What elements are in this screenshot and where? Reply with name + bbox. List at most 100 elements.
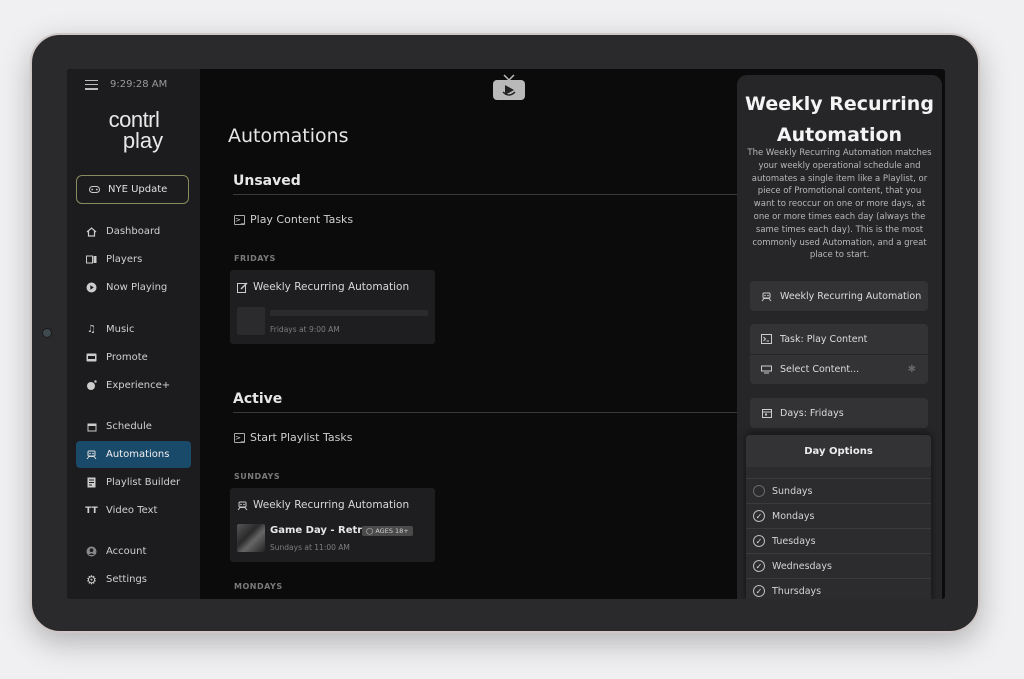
sidebar-item-label: Players [106,254,143,265]
experience-icon [86,380,97,391]
automation-card-active[interactable]: Weekly Recurring Automation Game Day - R… [230,488,435,562]
robot-icon [761,291,772,302]
clock: 9:29:28 AM [110,79,168,90]
days-row[interactable]: Days: Fridays [750,398,928,428]
age-rating-label: AGES 18+ [375,527,409,535]
automation-type-row[interactable]: Weekly Recurring Automation [750,281,928,311]
app-screen: 9:29:28 AM contrl play NYE Update Dashbo… [67,69,945,599]
sidebar-item-playlist-builder[interactable]: Playlist Builder [76,469,191,496]
panel-description: The Weekly Recurring Automation matches … [747,148,932,261]
check-circle-icon: ✓ [753,585,765,597]
sidebar-item-label: Promote [106,352,148,363]
terminal-icon [761,334,772,345]
sidebar-item-video-text[interactable]: TT Video Text [76,497,191,524]
panel-title: Weekly Recurring Automation [737,89,942,151]
select-content-row[interactable]: Select Content... ✱ [750,354,928,384]
robot-icon [237,500,248,511]
sidebar-topbar: 9:29:28 AM [85,79,167,90]
nav-group-automation: Schedule Automations Playlist Builder TT… [76,413,191,525]
nav-group-account: Account ⚙ Settings [76,538,191,594]
card-title-label: Weekly Recurring Automation [253,281,410,293]
day-option-tuesdays[interactable]: ✓ Tuesdays [746,529,931,554]
day-option-mondays[interactable]: ✓ Mondays [746,504,931,529]
sidebar-item-label: Music [106,324,135,335]
schedule-text: Fridays at 9:00 AM [270,325,340,334]
card-title: Weekly Recurring Automation [237,281,409,293]
sidebar-item-settings[interactable]: ⚙ Settings [76,566,191,593]
calendar-icon [761,408,772,419]
check-circle-icon: ✓ [753,535,765,547]
pin-icon[interactable]: ✱ [908,364,916,375]
dropdown-spacer [746,467,931,479]
sidebar-item-experience[interactable]: Experience+ [76,372,191,399]
active-task-group[interactable]: >_ Start Playlist Tasks [234,431,352,444]
content-name: Game Day - Retro [270,525,370,536]
automation-type-selector[interactable]: Weekly Recurring Automation [750,281,928,311]
day-option-label: Sundays [772,485,813,497]
day-label-sundays: SUNDAYS [234,472,281,481]
sidebar-item-automations[interactable]: Automations [76,441,191,468]
days-box: Days: Fridays [750,398,928,428]
automation-card-unsaved[interactable]: Weekly Recurring Automation Fridays at 9… [230,270,435,344]
hamburger-menu-icon[interactable] [85,79,98,90]
card-title-label: Weekly Recurring Automation [253,499,410,511]
sidebar-item-players[interactable]: Players [76,246,191,273]
day-option-sundays[interactable]: Sundays [746,479,931,504]
day-label-fridays: FRIDAYS [234,254,276,263]
task-label: Task: Play Content [780,333,868,345]
robot-icon [86,449,97,460]
panel-title-line1: Weekly Recurring [745,93,934,115]
sidebar-item-label: Dashboard [106,226,161,237]
day-option-thursdays[interactable]: ✓ Thursdays [746,579,931,599]
terminal-icon: >_ [234,432,245,443]
nye-update-button[interactable]: NYE Update [76,175,189,204]
ad-icon [86,352,97,363]
sidebar-item-label: Video Text [106,505,158,516]
sidebar-item-music[interactable]: ♫ Music [76,316,191,343]
task-settings-box: Task: Play Content Select Content... ✱ [750,324,928,384]
day-option-wednesdays[interactable]: ✓ Wednesdays [746,554,931,579]
sidebar-item-promote[interactable]: Promote [76,344,191,371]
sidebar: 9:29:28 AM contrl play NYE Update Dashbo… [67,69,200,599]
schedule-text: Sundays at 11:00 AM [270,543,350,552]
play-circle-icon [86,282,97,293]
sidebar-item-schedule[interactable]: Schedule [76,413,191,440]
task-row[interactable]: Task: Play Content [750,324,928,354]
automation-detail-panel: Weekly Recurring Automation The Weekly R… [737,75,942,599]
content-name-placeholder [270,310,428,316]
calendar-icon [86,421,97,432]
app-logo: contrl play [89,109,179,153]
logo-line2: play [122,128,164,153]
content-thumbnail-placeholder [237,307,265,335]
sidebar-item-label: Schedule [106,421,152,432]
section-unsaved-heading: Unsaved [233,173,738,195]
day-label-mondays: MONDAYS [234,582,283,591]
nye-update-label: NYE Update [108,184,168,195]
tv-logo-icon [492,73,526,101]
sidebar-item-label: Experience+ [106,380,171,391]
sidebar-item-label: Automations [106,449,170,460]
day-options-heading: Day Options [746,435,931,467]
section-active-heading: Active [233,391,738,413]
age-rating-badge: ◯ AGES 18+ [362,526,413,536]
gamepad-icon [89,184,100,195]
unsaved-task-group[interactable]: >_ Play Content Tasks [234,213,353,226]
music-note-icon: ♫ [87,324,96,335]
terminal-icon: >_ [234,214,245,225]
check-circle-icon: ✓ [753,510,765,522]
sidebar-item-label: Account [106,546,147,557]
gear-icon: ⚙ [86,572,97,587]
tablet-frame: 9:29:28 AM contrl play NYE Update Dashbo… [30,33,980,633]
day-option-label: Thursdays [772,585,822,597]
players-icon [86,254,97,265]
edit-icon [237,281,248,293]
select-content-label: Select Content... [780,364,860,375]
unchecked-circle-icon [753,485,765,497]
nav-group-content: ♫ Music Promote Experience+ [76,316,191,400]
sidebar-item-account[interactable]: Account [76,538,191,565]
page-title: Automations [228,125,349,147]
camera-lens [42,328,52,338]
days-label: Days: Fridays [780,407,844,419]
sidebar-item-now-playing[interactable]: Now Playing [76,274,191,301]
sidebar-item-dashboard[interactable]: Dashboard [76,218,191,245]
